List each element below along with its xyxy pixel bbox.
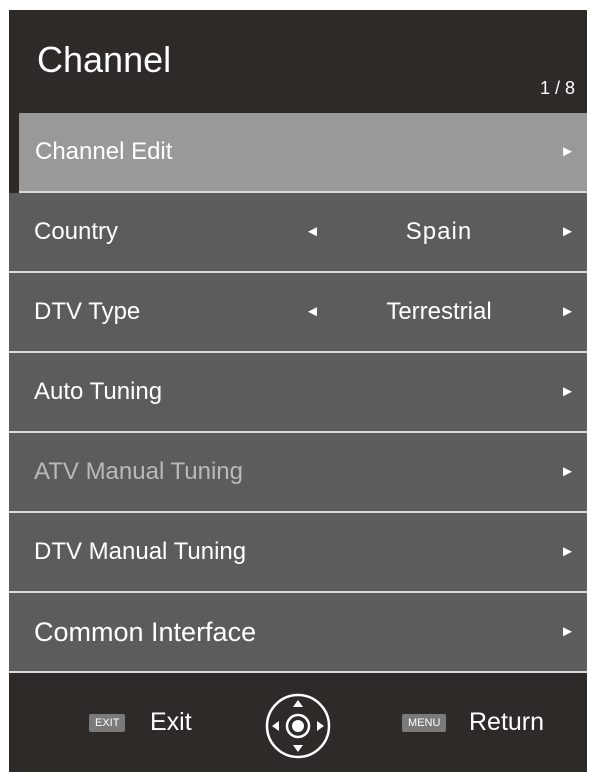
arrow-right-icon: ► xyxy=(560,143,575,160)
menu-item-auto-tuning[interactable]: Auto Tuning ► xyxy=(9,353,587,433)
arrow-right-icon: ► xyxy=(560,463,575,480)
menu-item-label: Channel Edit xyxy=(35,138,173,165)
menu-header: Channel 1 / 8 xyxy=(9,10,587,113)
arrow-left-icon[interactable]: ◄ xyxy=(305,193,320,271)
menu-key-badge[interactable]: MENU xyxy=(402,714,447,732)
menu-item-country[interactable]: Country ◄ Spain ► xyxy=(9,193,587,273)
page-indicator: 1 / 8 xyxy=(539,78,575,98)
menu-item-label: ATV Manual Tuning xyxy=(34,458,244,485)
country-value: Spain xyxy=(405,218,473,245)
channel-menu-panel: Channel 1 / 8 Channel Edit ► Country ◄ S… xyxy=(9,10,587,772)
menu-item-label: DTV Type xyxy=(34,298,141,325)
menu-item-dtv-type[interactable]: DTV Type ◄ Terrestrial ► xyxy=(9,273,587,353)
arrow-right-icon[interactable]: ► xyxy=(560,273,575,351)
menu-item-atv-manual-tuning[interactable]: ATV Manual Tuning ► xyxy=(9,433,587,513)
menu-footer: EXIT Exit MENU Return xyxy=(9,673,587,772)
arrow-right-icon: ► xyxy=(560,623,575,640)
menu-item-label: DTV Manual Tuning xyxy=(34,538,247,565)
menu-item-common-interface[interactable]: Common Interface ► xyxy=(9,593,587,673)
arrow-left-icon[interactable]: ◄ xyxy=(305,273,320,351)
menu-list: Channel Edit ► Country ◄ Spain ► DTV Typ… xyxy=(9,113,587,673)
menu-item-channel-edit[interactable]: Channel Edit ► xyxy=(19,113,587,193)
exit-key-badge[interactable]: EXIT xyxy=(89,714,126,732)
arrow-right-icon[interactable]: ► xyxy=(560,193,575,271)
dpad-navigation-icon xyxy=(265,693,331,759)
menu-item-label: Common Interface xyxy=(34,617,257,647)
arrow-right-icon: ► xyxy=(560,543,575,560)
arrow-right-icon: ► xyxy=(560,383,575,400)
return-label: Return xyxy=(469,708,545,736)
menu-item-label: Country xyxy=(34,218,119,245)
menu-item-label: Auto Tuning xyxy=(34,378,163,405)
exit-label: Exit xyxy=(150,708,192,736)
dtv-type-value: Terrestrial xyxy=(386,298,492,325)
page-title: Channel xyxy=(37,39,172,80)
menu-item-dtv-manual-tuning[interactable]: DTV Manual Tuning ► xyxy=(9,513,587,593)
